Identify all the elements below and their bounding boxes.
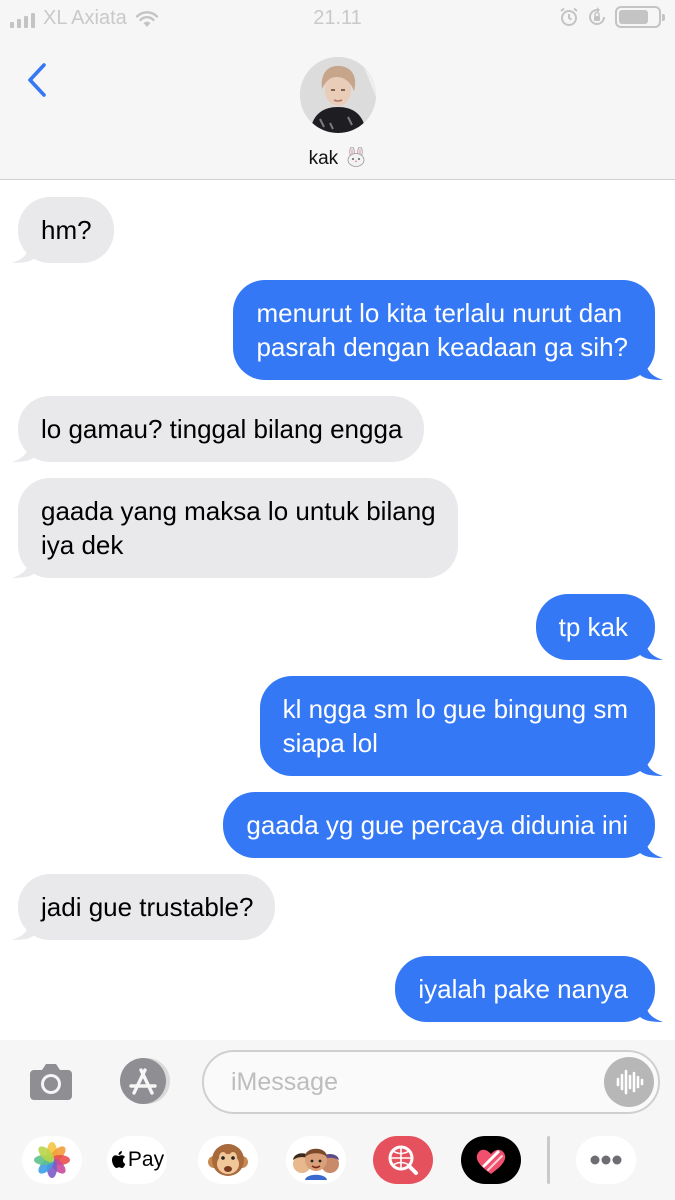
- message-text-line: siapa lol: [282, 728, 378, 758]
- back-chevron-icon[interactable]: [22, 60, 52, 100]
- message-bubble-outgoing[interactable]: kl ngga sm lo gue bingung sm siapa lol: [259, 676, 663, 776]
- digital-touch-button[interactable]: [461, 1136, 521, 1184]
- message-bubble-incoming[interactable]: gaada yang maksa lo untuk bilang iya dek: [12, 478, 458, 578]
- message-text: hm?: [41, 215, 92, 245]
- digital-touch-icon: [476, 1149, 506, 1174]
- alarm-icon: [560, 7, 578, 26]
- orientation-lock-icon: [589, 7, 605, 25]
- message-text: lo gamau? tinggal bilang engga: [41, 414, 403, 444]
- message-text: gaada yg gue percaya didunia ini: [246, 810, 628, 840]
- message-input[interactable]: [202, 1050, 660, 1114]
- message-bubble-outgoing[interactable]: gaada yg gue percaya didunia ini: [223, 792, 663, 858]
- waveform-icon: [616, 1069, 644, 1095]
- contact-name-text: kak: [308, 148, 339, 169]
- photos-app-button[interactable]: [22, 1136, 82, 1184]
- audio-message-button[interactable]: [604, 1057, 654, 1107]
- rabbit-face-icon: [348, 147, 365, 167]
- message-bubble-outgoing[interactable]: menurut lo kita terlalu nurut dan pasrah…: [233, 280, 663, 380]
- web-search-button[interactable]: [373, 1136, 433, 1184]
- message-text-line: kl ngga sm lo gue bingung sm: [282, 694, 628, 724]
- conversation-header: XL Axiata 21.11 kak: [0, 0, 675, 180]
- status-bar: XL Axiata 21.11: [0, 0, 675, 36]
- message-bubble-incoming[interactable]: jadi gue trustable?: [12, 874, 276, 940]
- animoji-button[interactable]: [198, 1136, 258, 1184]
- message-bubble-outgoing[interactable]: iyalah pake nanya: [395, 956, 663, 1022]
- message-text-line: gaada yang maksa lo untuk bilang: [41, 496, 436, 526]
- memoji-button[interactable]: [286, 1136, 346, 1184]
- message-text-line: menurut lo kita terlalu nurut dan: [256, 298, 623, 328]
- message-bubble-outgoing[interactable]: tp kak: [535, 594, 663, 660]
- message-text: tp kak: [558, 612, 628, 642]
- battery-icon: [615, 6, 665, 28]
- camera-icon[interactable]: [28, 1060, 74, 1102]
- drawer-divider: [547, 1136, 550, 1184]
- apple-pay-icon: [111, 1151, 126, 1168]
- more-apps-button[interactable]: [576, 1136, 636, 1184]
- message-bubble-incoming[interactable]: lo gamau? tinggal bilang engga: [12, 396, 425, 462]
- message-text-line: iya dek: [41, 530, 124, 560]
- apple-pay-label: Pay: [127, 1148, 165, 1171]
- contact-avatar[interactable]: [300, 57, 376, 133]
- message-text: jadi gue trustable?: [41, 892, 254, 922]
- monkey-animoji-icon: [208, 1144, 248, 1176]
- app-store-icon[interactable]: [114, 1056, 174, 1106]
- message-bubble-incoming[interactable]: hm?: [12, 197, 114, 263]
- web-search-icon: [388, 1145, 418, 1175]
- apple-pay-button[interactable]: Pay: [107, 1136, 167, 1184]
- more-apps-icon: [590, 1155, 622, 1165]
- photos-icon: [22, 1136, 82, 1184]
- memoji-icon: [293, 1148, 339, 1180]
- message-text-line: pasrah dengan keadaan ga sih?: [256, 332, 628, 362]
- contact-name[interactable]: kak: [0, 147, 675, 170]
- message-text: iyalah pake nanya: [418, 974, 628, 1004]
